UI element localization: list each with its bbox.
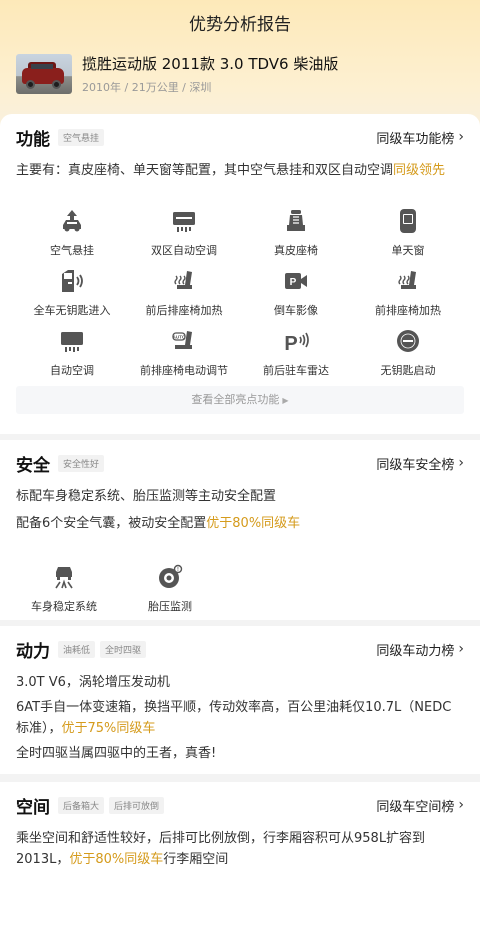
tire-pressure-icon: ! [159, 564, 183, 588]
power-seat-icon: AUTO [172, 331, 192, 349]
reverse-camera-icon: P [285, 273, 307, 289]
front-seat-heating-icon [398, 271, 416, 289]
power-tag-2: 全时四驱 [100, 640, 147, 658]
air-suspension-icon [63, 210, 81, 232]
feature-seat-heating[interactable]: 前后排座椅加热 [128, 266, 240, 326]
safety-tag: 安全性好 [58, 454, 105, 472]
safety-rank-link[interactable]: 同级车安全榜 › [376, 454, 464, 473]
power-line-1: 3.0T V6，涡轮增压发动机 [16, 675, 170, 690]
safety-feature-row: 车身稳定系统 ! 胎压监测 [16, 562, 218, 622]
leather-seat-icon [287, 210, 305, 231]
function-rank-label: 同级车功能榜 [376, 131, 455, 147]
function-description: 主要有：真皮座椅、单天窗等配置，其中空气悬挂和双区自动空调同级领先 [16, 163, 446, 178]
function-tag: 空气悬挂 [58, 128, 105, 146]
esp-icon [55, 567, 73, 589]
feature-front-seat-heating[interactable]: 前排座椅加热 [352, 266, 464, 326]
keyless-start-icon [397, 330, 419, 352]
feature-leather-seat[interactable]: 真皮座椅 [240, 206, 352, 266]
function-title: 功能 [16, 129, 50, 150]
safety-title: 安全 [16, 455, 50, 476]
feature-parking-radar[interactable]: P 前后驻车雷达 [240, 326, 352, 386]
feature-esp[interactable]: 车身稳定系统 [16, 562, 112, 622]
safety-rank-label: 同级车安全榜 [376, 457, 455, 473]
space-title: 空间 [16, 797, 50, 818]
feature-keyless-start[interactable]: 无钥匙启动 [352, 326, 464, 386]
space-rank-link[interactable]: 同级车空间榜 › [376, 796, 464, 815]
view-all-features-button[interactable]: 查看全部亮点功能 ▶ [16, 386, 464, 414]
sunroof-icon [400, 209, 416, 233]
svg-text:AUTO: AUTO [173, 335, 186, 340]
keyless-entry-icon [62, 270, 83, 292]
car-header[interactable]: 揽胜运动版 2011款 3.0 TDV6 柴油版 2010年 / 21万公里 /… [16, 52, 464, 96]
chevron-right-icon: › [458, 797, 464, 813]
svg-text:P: P [290, 277, 297, 288]
function-rank-link[interactable]: 同级车功能榜 › [376, 128, 464, 147]
feature-keyless-entry[interactable]: 全车无钥匙进入 [16, 266, 128, 326]
feature-dual-zone-ac[interactable]: 双区自动空调 [128, 206, 240, 266]
space-line-1: 乘坐空间和舒适性较好，后排可比例放倒，行李厢容积可从958L扩容到2013L，优… [16, 831, 426, 867]
feature-sunroof[interactable]: 单天窗 [352, 206, 464, 266]
space-card: 空间 后备箱大 后排可放倒 同级车空间榜 › 乘坐空间和舒适性较好，后排可比例放… [0, 782, 480, 927]
safety-card: 安全 安全性好 同级车安全榜 › 标配车身稳定系统、胎压监测等主动安全配置 配备… [0, 440, 480, 620]
power-tag-1: 油耗低 [58, 640, 96, 658]
power-rank-link[interactable]: 同级车动力榜 › [376, 640, 464, 659]
space-tag-1: 后备箱大 [58, 796, 105, 814]
chevron-right-icon: › [458, 129, 464, 145]
safety-line-1: 标配车身稳定系统、胎压监测等主动安全配置 [16, 489, 277, 504]
function-card: 功能 空气悬挂 同级车功能榜 › 主要有：真皮座椅、单天窗等配置，其中空气悬挂和… [0, 114, 480, 434]
safety-line-2: 配备6个安全气囊，被动安全配置优于80%同级车 [16, 516, 301, 531]
feature-power-seat[interactable]: AUTO 前排座椅电动调节 [128, 326, 240, 386]
function-feature-grid: 空气悬挂 双区自动空调 真皮座椅 单天窗 全车无钥匙进入 前后排座椅加热 P 倒… [16, 206, 464, 386]
power-line-3: 全时四驱当属四驱中的王者，真香! [16, 746, 217, 761]
power-line-2: 6AT手自一体变速箱，换挡平顺，传动效率高，百公里油耗仅10.7L（NEDC标准… [16, 700, 452, 736]
view-all-label: 查看全部亮点功能 [191, 393, 280, 406]
feature-auto-ac[interactable]: 自动空调 [16, 326, 128, 386]
power-rank-label: 同级车动力榜 [376, 643, 455, 659]
power-title: 动力 [16, 641, 50, 662]
feature-tire-pressure[interactable]: ! 胎压监测 [122, 562, 218, 622]
auto-ac-icon [61, 332, 83, 352]
feature-air-suspension[interactable]: 空气悬挂 [16, 206, 128, 266]
dual-zone-ac-icon [173, 212, 195, 232]
triangle-right-icon: ▶ [282, 396, 289, 405]
space-rank-label: 同级车空间榜 [376, 799, 455, 815]
car-thumbnail [16, 54, 72, 94]
page-title: 优势分析报告 [189, 15, 291, 35]
car-name: 揽胜运动版 2011款 3.0 TDV6 柴油版 [82, 55, 339, 73]
feature-reverse-camera[interactable]: P 倒车影像 [240, 266, 352, 326]
chevron-right-icon: › [458, 641, 464, 657]
power-card: 动力 油耗低 全时四驱 同级车动力榜 › 3.0T V6，涡轮增压发动机 6AT… [0, 626, 480, 774]
car-meta: 2010年 / 21万公里 / 深圳 [82, 81, 212, 94]
parking-radar-icon: P [284, 332, 309, 354]
seat-heating-icon [174, 271, 192, 289]
svg-text:P: P [284, 333, 297, 354]
space-tag-2: 后排可放倒 [109, 796, 165, 814]
chevron-right-icon: › [458, 455, 464, 471]
